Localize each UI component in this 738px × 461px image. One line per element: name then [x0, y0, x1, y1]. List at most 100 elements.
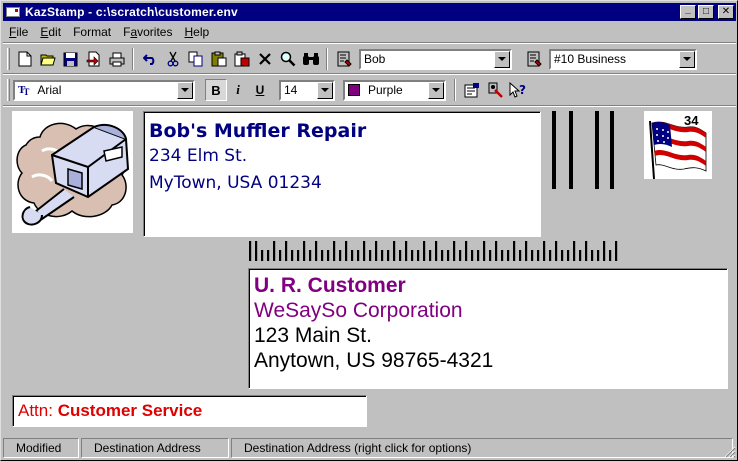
barcode-bar [411, 250, 414, 261]
paste-special-button[interactable] [230, 48, 253, 70]
return-address-line3: MyTown, USA 01234 [149, 173, 322, 193]
font-select[interactable]: TT Arial [13, 79, 195, 101]
barcode-bar [549, 250, 552, 261]
attn-value: Customer Service [57, 401, 203, 420]
barcode-bar [513, 241, 516, 261]
envelope-size-select[interactable]: #10 Business [549, 48, 697, 70]
save-button[interactable] [59, 48, 82, 70]
copy-button[interactable] [184, 48, 207, 70]
paste-button[interactable] [207, 48, 230, 70]
barcode-bar [273, 241, 276, 261]
barcode-bar [381, 250, 384, 261]
return-address-book-button[interactable] [332, 48, 355, 70]
barcode-bar [399, 250, 402, 261]
return-address-box[interactable]: Bob's Muffler Repair 234 Elm St. MyTown,… [143, 111, 541, 237]
return-address-select[interactable]: Bob [359, 48, 512, 70]
delete-icon [258, 53, 271, 65]
open-icon [39, 54, 56, 66]
barcode-bar [297, 250, 300, 261]
open-button[interactable] [36, 48, 59, 70]
barcode-bar [285, 241, 288, 261]
barcode-bar [255, 241, 258, 261]
menu-format-rest: ormat [80, 24, 112, 39]
barcode-bar [615, 241, 618, 261]
barcode-bar [345, 241, 348, 261]
underline-button[interactable]: U [249, 79, 271, 101]
italic-button[interactable]: i [227, 79, 249, 101]
destination-line4: Anytown, US 98765-4321 [254, 349, 494, 372]
binoculars-button[interactable] [299, 48, 322, 70]
find-button[interactable] [276, 48, 299, 70]
menu-format[interactable]: Format [67, 25, 117, 39]
tools-button[interactable] [483, 79, 506, 101]
properties-button[interactable] [460, 79, 483, 101]
chevron-down-icon[interactable] [317, 81, 333, 99]
standard-toolbar: Bob #10 Business [3, 45, 736, 73]
barcode-bar [261, 250, 264, 261]
chevron-down-icon[interactable] [679, 50, 695, 68]
barcode-bar [591, 250, 594, 261]
envelope-size-book-button[interactable] [522, 48, 545, 70]
bold-button[interactable]: B [205, 79, 227, 101]
title-bar[interactable]: KazStamp - c:\scratch\customer.env _ □ ✕ [3, 3, 736, 21]
menu-file[interactable]: File [3, 25, 34, 39]
attention-field[interactable]: Attn: Customer Service [12, 395, 367, 427]
barcode-bar [423, 241, 426, 261]
toolbar-grip[interactable] [7, 79, 10, 101]
chevron-down-icon[interactable] [177, 81, 193, 99]
postage-stamp[interactable]: 34 [644, 111, 712, 180]
postnet-barcode [249, 241, 618, 261]
format-toolbar: TT Arial B i U 14 Purple ? [3, 76, 736, 104]
menu-favorites[interactable]: Favorites [117, 25, 178, 39]
toolbar-separator [132, 48, 134, 70]
destination-line2: WeSaySo Corporation [254, 299, 463, 322]
color-select[interactable]: Purple [343, 79, 446, 101]
barcode-bar [567, 250, 570, 261]
menu-help-rest: elp [193, 24, 210, 39]
barcode-bar [447, 250, 450, 261]
barcode-bar [609, 250, 612, 261]
paste-special-icon [234, 51, 249, 67]
menu-help[interactable]: Help [178, 25, 215, 39]
destination-address-box[interactable]: U. R. Customer WeSaySo Corporation 123 M… [248, 268, 728, 389]
print-button[interactable] [105, 48, 128, 70]
minimize-button[interactable]: _ [680, 5, 696, 19]
status-hint: Destination Address (right click for opt… [231, 438, 733, 458]
delete-button[interactable] [253, 48, 276, 70]
menu-edit[interactable]: Edit [34, 25, 67, 39]
toolbar-grip[interactable] [7, 48, 10, 70]
barcode-bar [393, 241, 396, 261]
cut-button[interactable] [161, 48, 184, 70]
barcode-bar [597, 250, 600, 261]
menu-edit-rest: dit [48, 24, 62, 39]
font-size-select[interactable]: 14 [279, 79, 335, 101]
minimize-icon: _ [685, 4, 691, 15]
barcode-bar [465, 241, 468, 261]
mailbox-icon [16, 122, 130, 226]
status-modified: Modified [3, 438, 79, 458]
import-button[interactable] [82, 48, 105, 70]
barcode-bar [489, 250, 492, 261]
barcode-bar [351, 250, 354, 261]
maximize-button[interactable]: □ [698, 5, 714, 19]
envelope-canvas[interactable]: Bob's Muffler Repair 234 Elm St. MyTown,… [3, 110, 736, 433]
fim-barcode [552, 111, 614, 189]
chevron-down-icon[interactable] [494, 50, 510, 68]
menu-help-key: H [184, 24, 194, 39]
font-value: Arial [37, 83, 62, 97]
barcode-bar [477, 250, 480, 261]
envelope-icon[interactable] [5, 5, 21, 19]
barcode-bar [519, 250, 522, 261]
resize-grip-icon[interactable] [722, 444, 736, 458]
barcode-bar [375, 241, 378, 261]
color-swatch [348, 84, 360, 96]
tools-icon [488, 82, 503, 98]
context-help-button[interactable]: ? [506, 79, 529, 101]
mailbox-logo[interactable] [12, 111, 133, 233]
new-button[interactable] [13, 48, 36, 70]
close-button[interactable]: ✕ [718, 5, 734, 19]
undo-button[interactable] [138, 48, 161, 70]
chevron-down-icon[interactable] [428, 81, 444, 99]
truetype-icon: TT [18, 83, 30, 97]
find-icon [280, 51, 295, 67]
